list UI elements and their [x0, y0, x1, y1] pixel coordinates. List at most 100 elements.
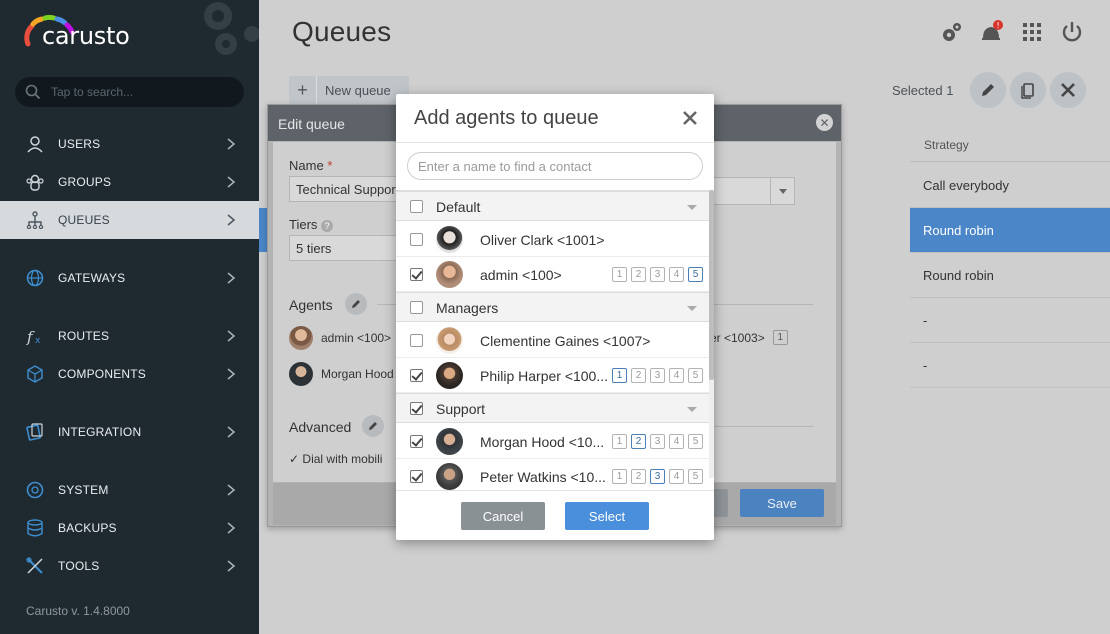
tier-option[interactable]: 1	[612, 469, 627, 484]
contact-checkbox[interactable]	[410, 334, 423, 347]
tier-option[interactable]: 2	[631, 267, 646, 282]
table-row[interactable]: Round robin	[910, 253, 1110, 298]
sidebar-item-routes[interactable]: fx ROUTES	[0, 317, 259, 355]
add-agents-dialog: Add agents to queue Default Oliver Clark…	[396, 94, 714, 540]
group-label: Managers	[436, 300, 499, 316]
tier-option[interactable]: 3	[650, 469, 665, 484]
cancel-button[interactable]: Cancel	[461, 502, 545, 530]
group-support[interactable]: Support	[396, 393, 710, 423]
contact-name: Morgan Hood <10...	[480, 434, 605, 450]
tier-option[interactable]: 3	[650, 267, 665, 282]
avatar	[436, 362, 463, 389]
contact-checkbox[interactable]	[410, 470, 423, 483]
tier-option[interactable]: 4	[669, 267, 684, 282]
sidebar-item-label: ROUTES	[58, 329, 110, 343]
tier-option[interactable]: 3	[650, 434, 665, 449]
contact-checkbox[interactable]	[410, 435, 423, 448]
avatar	[436, 226, 463, 253]
tier-option[interactable]: 2	[631, 434, 646, 449]
edit-advanced-button[interactable]	[362, 415, 384, 437]
contact-search-input[interactable]	[407, 152, 703, 180]
settings-gears-icon[interactable]	[940, 20, 964, 44]
table-row[interactable]: -	[910, 298, 1110, 343]
copy-button[interactable]	[1010, 72, 1046, 108]
table-row[interactable]: Call everybody	[910, 163, 1110, 208]
new-queue-button[interactable]: + New queue	[289, 76, 409, 104]
contact-checkbox[interactable]	[410, 268, 423, 281]
group-checkbox[interactable]	[410, 200, 423, 213]
edit-agents-button[interactable]	[345, 293, 367, 315]
table-row[interactable]: -	[910, 343, 1110, 388]
contact-checkbox[interactable]	[410, 233, 423, 246]
tier-selector: 1 2 3 4 5	[612, 267, 703, 282]
page-title: Queues	[292, 16, 392, 47]
tier-option[interactable]: 5	[688, 267, 703, 282]
contact-row[interactable]: Morgan Hood <10... 1 2 3 4 5	[396, 424, 710, 459]
tier-option[interactable]: 3	[650, 368, 665, 383]
sidebar-item-components[interactable]: COMPONENTS	[0, 355, 259, 393]
sidebar-item-groups[interactable]: GROUPS	[0, 163, 259, 201]
sidebar-item-system[interactable]: SYSTEM	[0, 471, 259, 509]
contact-row[interactable]: Peter Watkins <10... 1 2 3 4 5	[396, 459, 710, 490]
tier-option[interactable]: 5	[688, 368, 703, 383]
sidebar-item-backups[interactable]: BACKUPS	[0, 509, 259, 547]
agent-chip: Morgan Hood	[289, 362, 394, 386]
select-button[interactable]: Select	[565, 502, 649, 530]
power-icon[interactable]	[1060, 20, 1084, 44]
contact-row[interactable]: Clementine Gaines <1007>	[396, 323, 710, 358]
tier-option[interactable]: 5	[688, 469, 703, 484]
function-icon: fx	[26, 328, 41, 345]
svg-text:f: f	[26, 328, 35, 345]
group-default[interactable]: Default	[396, 191, 710, 221]
sidebar-search-input[interactable]	[51, 77, 236, 107]
tier-option[interactable]: 4	[669, 469, 684, 484]
name-field[interactable]: Technical Support	[289, 176, 399, 202]
scrollbar-thumb[interactable]	[709, 190, 714, 380]
strategy-select[interactable]	[707, 177, 795, 205]
contact-row[interactable]: Philip Harper <100... 1 2 3 4 5	[396, 358, 710, 393]
sidebar-item-queues[interactable]: QUEUES	[0, 201, 259, 239]
tier-option[interactable]: 1	[612, 434, 627, 449]
save-button[interactable]: Save	[740, 489, 824, 517]
group-checkbox[interactable]	[410, 402, 423, 415]
sidebar-item-users[interactable]: USERS	[0, 125, 259, 163]
contact-name: Philip Harper <100...	[480, 368, 609, 384]
logo-text: carusto	[42, 22, 130, 50]
notifications-icon[interactable]: !	[980, 20, 1004, 44]
pencil-icon	[982, 84, 994, 96]
tier-option[interactable]: 4	[669, 368, 684, 383]
group-checkbox[interactable]	[410, 301, 423, 314]
strategy-cell: Call everybody	[923, 178, 1009, 193]
dial-mobile-option[interactable]: ✓ Dial with mobili	[289, 452, 382, 466]
cube-icon	[27, 365, 43, 383]
contact-row[interactable]: Oliver Clark <1001>	[396, 222, 710, 257]
close-icon[interactable]: ✕	[816, 114, 833, 131]
sidebar-item-tools[interactable]: TOOLS	[0, 547, 259, 585]
sidebar-item-integration[interactable]: INTEGRATION	[0, 413, 259, 451]
sidebar-item-label: GATEWAYS	[58, 271, 126, 285]
list-scrollbar[interactable]	[709, 190, 714, 478]
close-icon[interactable]	[682, 110, 698, 126]
tier-selector: 1 2 3 4 5	[612, 434, 703, 449]
sidebar-item-gateways[interactable]: GATEWAYS	[0, 259, 259, 297]
tier-option[interactable]: 5	[688, 434, 703, 449]
sidebar-item-label: QUEUES	[58, 213, 110, 227]
sidebar-item-label: SYSTEM	[58, 483, 109, 497]
tier-option[interactable]: 2	[631, 368, 646, 383]
tier-option[interactable]: 2	[631, 469, 646, 484]
contact-row[interactable]: admin <100> 1 2 3 4 5	[396, 257, 710, 292]
apps-grid-icon[interactable]	[1020, 20, 1044, 44]
sidebar-search[interactable]	[15, 77, 244, 107]
table-row[interactable]: Round robin	[910, 208, 1110, 253]
system-icon	[26, 481, 44, 499]
edit-button[interactable]	[970, 72, 1006, 108]
tiers-field[interactable]: 5 tiers	[289, 235, 399, 261]
group-managers[interactable]: Managers	[396, 292, 710, 322]
contact-checkbox[interactable]	[410, 369, 423, 382]
tier-option[interactable]: 1	[612, 267, 627, 282]
delete-button[interactable]	[1050, 72, 1086, 108]
chevron-down-icon	[687, 407, 697, 412]
tier-option[interactable]: 4	[669, 434, 684, 449]
tier-option[interactable]: 1	[612, 368, 627, 383]
avatar	[289, 326, 313, 350]
